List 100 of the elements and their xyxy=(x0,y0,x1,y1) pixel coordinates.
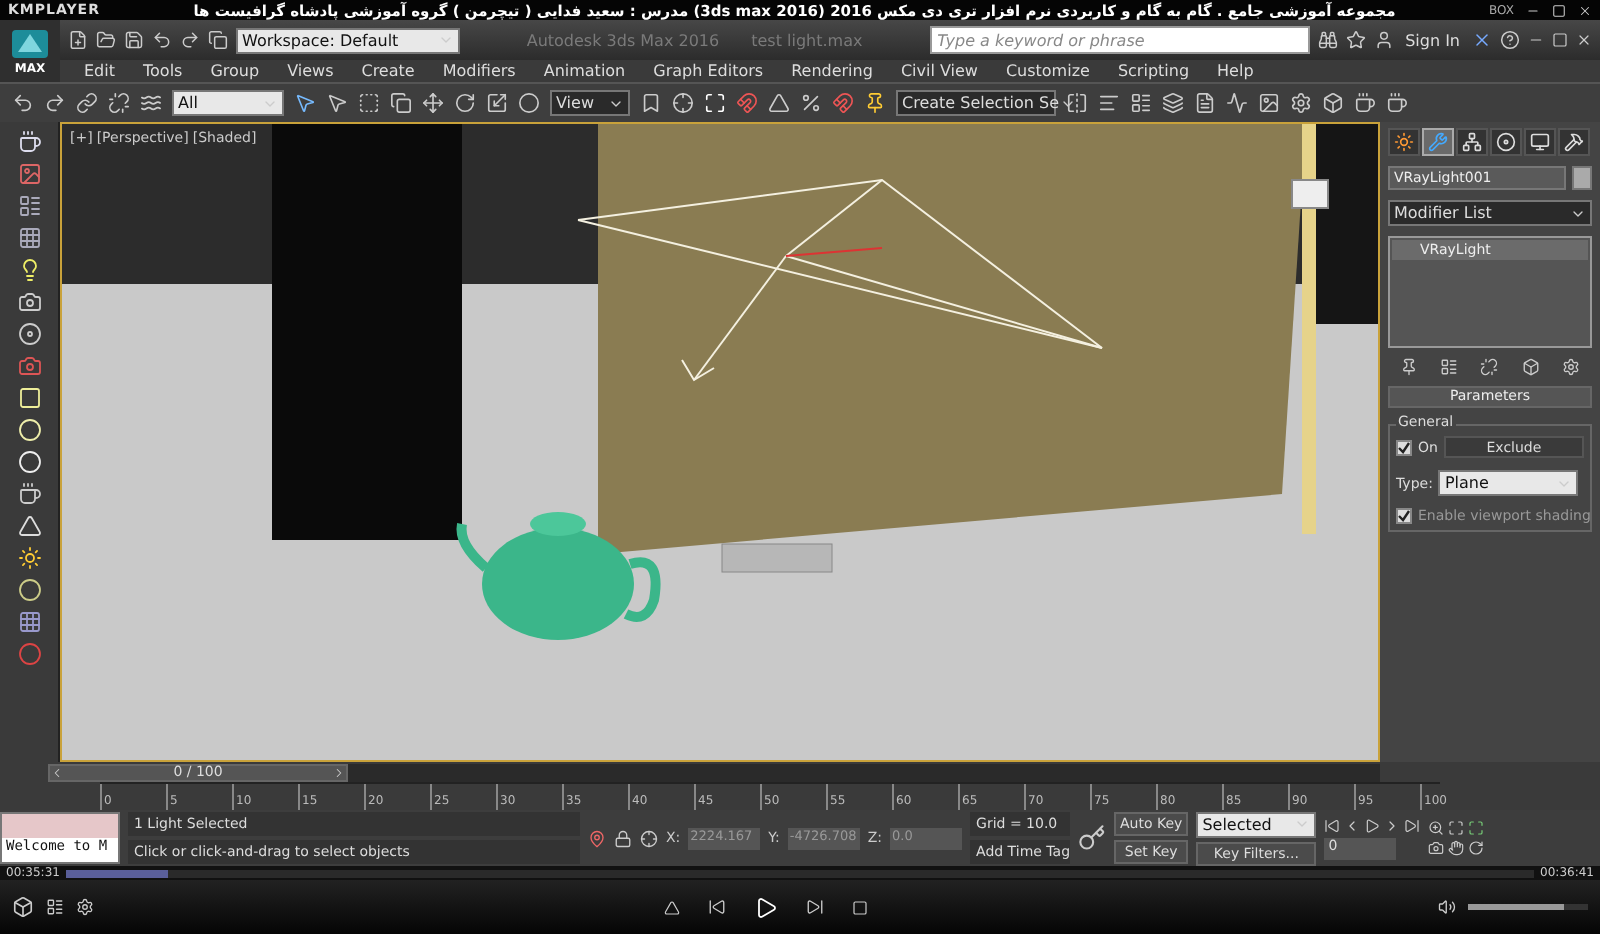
close-icon[interactable] xyxy=(1472,30,1492,50)
logo-icon[interactable] xyxy=(10,27,50,59)
menu-item[interactable]: Group xyxy=(210,62,260,80)
selection-region-icon[interactable] xyxy=(358,92,380,114)
orbit-icon[interactable] xyxy=(1468,840,1485,856)
menu-item[interactable]: Help xyxy=(1217,62,1254,80)
circle-icon[interactable] xyxy=(17,578,41,602)
scale-icon[interactable] xyxy=(486,92,508,114)
undo-icon[interactable] xyxy=(152,30,172,50)
volume-icon[interactable] xyxy=(1438,898,1456,916)
playlist-icon[interactable] xyxy=(46,898,64,916)
binoculars-icon[interactable] xyxy=(1317,30,1338,50)
sphere-icon[interactable] xyxy=(518,92,540,114)
lightbulb-icon[interactable] xyxy=(17,258,41,282)
reference-coordinate-dropdown[interactable]: View xyxy=(550,90,630,116)
color-swatch[interactable] xyxy=(1572,166,1592,190)
menu-item[interactable]: Create xyxy=(361,62,415,80)
unlink-icon[interactable] xyxy=(1480,358,1499,376)
list-icon[interactable] xyxy=(17,194,41,218)
layers-icon[interactable] xyxy=(1162,92,1184,114)
eject-icon[interactable] xyxy=(664,899,680,915)
save-icon[interactable] xyxy=(124,30,144,50)
checkbox[interactable] xyxy=(1396,508,1412,524)
menu-item[interactable]: Edit xyxy=(84,62,115,80)
bookmark-icon[interactable] xyxy=(640,92,662,114)
star-icon[interactable] xyxy=(1345,30,1366,50)
folder-icon[interactable] xyxy=(96,30,116,50)
menu-item[interactable]: Rendering xyxy=(791,62,873,80)
cube-icon[interactable] xyxy=(12,896,34,918)
list-icon[interactable] xyxy=(1130,92,1152,114)
help-icon[interactable] xyxy=(1500,30,1520,50)
redo-icon[interactable] xyxy=(180,30,200,50)
copy-icon[interactable] xyxy=(208,30,228,50)
type-dropdown[interactable]: Plane xyxy=(1438,470,1579,496)
camera-icon[interactable] xyxy=(1428,840,1445,856)
mirror-icon[interactable] xyxy=(1066,92,1088,114)
cup-icon[interactable] xyxy=(17,482,41,506)
square-icon[interactable] xyxy=(17,386,41,410)
menu-item[interactable]: Civil View xyxy=(900,62,978,80)
sign-in-button[interactable]: Sign In xyxy=(1401,31,1464,49)
redo-icon[interactable] xyxy=(44,92,66,114)
move-icon[interactable] xyxy=(422,92,444,114)
picture-icon[interactable] xyxy=(17,162,41,186)
cup-icon[interactable] xyxy=(17,130,41,154)
frame-icon[interactable] xyxy=(704,92,726,114)
maximize-icon[interactable] xyxy=(1552,3,1566,17)
play-icon[interactable] xyxy=(754,895,778,919)
previous-icon[interactable] xyxy=(708,898,726,916)
menu-item[interactable]: Views xyxy=(287,62,334,80)
cup-icon[interactable] xyxy=(1386,92,1408,114)
magnet-icon[interactable] xyxy=(832,92,854,114)
pin-icon[interactable] xyxy=(1399,358,1418,376)
pointer-icon[interactable] xyxy=(294,92,316,114)
search-field[interactable]: Type a keyword or phrase xyxy=(929,26,1310,54)
sun-icon[interactable] xyxy=(17,546,41,570)
view-cube-icon[interactable] xyxy=(1291,179,1329,209)
hand-icon[interactable] xyxy=(1448,840,1465,856)
close-icon[interactable] xyxy=(1578,3,1592,17)
command-tab[interactable] xyxy=(1456,128,1488,156)
box-icon[interactable] xyxy=(1521,358,1540,376)
curve-icon[interactable] xyxy=(1226,92,1248,114)
modifier-list-dropdown[interactable]: Modifier List xyxy=(1388,200,1592,226)
gear-icon[interactable] xyxy=(1562,358,1581,376)
lock-icon[interactable] xyxy=(614,829,632,847)
play-icon[interactable] xyxy=(1364,817,1381,833)
new-file-icon[interactable] xyxy=(68,30,88,50)
waves-icon[interactable] xyxy=(140,92,162,114)
selection-filter-dropdown[interactable]: All xyxy=(172,90,284,116)
menu-item[interactable]: Animation xyxy=(543,62,626,80)
list-icon[interactable] xyxy=(1440,358,1459,376)
cup-icon[interactable] xyxy=(1354,92,1376,114)
crosshair-icon[interactable] xyxy=(672,92,694,114)
document-icon[interactable] xyxy=(1194,92,1216,114)
command-tab[interactable] xyxy=(1558,128,1590,156)
menu-item[interactable]: Tools xyxy=(143,62,183,80)
next-icon[interactable] xyxy=(806,898,824,916)
angle-icon[interactable] xyxy=(768,92,790,114)
pointer-icon[interactable] xyxy=(326,92,348,114)
grid-icon[interactable] xyxy=(17,610,41,634)
grid-icon[interactable] xyxy=(17,226,41,250)
cone-icon[interactable] xyxy=(17,514,41,538)
magnet-icon[interactable] xyxy=(736,92,758,114)
menu-item[interactable]: Graph Editors xyxy=(653,62,764,80)
volume-track[interactable] xyxy=(1468,904,1588,910)
window-icon[interactable] xyxy=(390,92,412,114)
user-icon[interactable] xyxy=(1373,30,1394,50)
stop-icon[interactable] xyxy=(852,899,868,915)
link-icon[interactable] xyxy=(76,92,98,114)
rotate-icon[interactable] xyxy=(454,92,476,114)
command-tab[interactable] xyxy=(1524,128,1556,156)
last-frame-icon[interactable] xyxy=(1404,817,1421,833)
zoom-icon[interactable] xyxy=(1428,820,1445,836)
pin-icon[interactable] xyxy=(588,829,606,847)
undo-icon[interactable] xyxy=(12,92,34,114)
command-tab[interactable] xyxy=(1490,128,1522,156)
menu-item[interactable]: Customize xyxy=(1005,62,1090,80)
box-icon[interactable] xyxy=(1322,92,1344,114)
disc-icon[interactable] xyxy=(17,322,41,346)
key-icon[interactable] xyxy=(1078,824,1107,852)
camera-icon[interactable] xyxy=(17,290,41,314)
